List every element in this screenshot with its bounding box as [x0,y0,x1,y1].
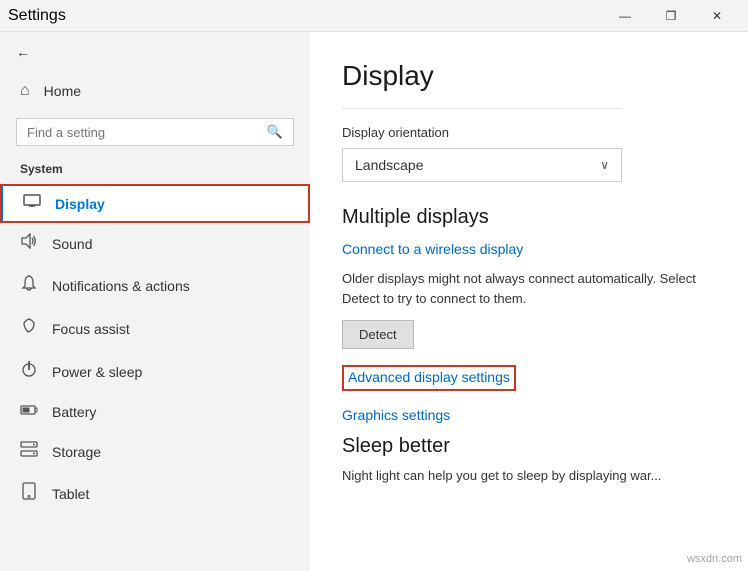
search-input[interactable] [27,125,259,140]
home-icon: ⌂ [20,82,30,100]
advanced-display-link[interactable]: Advanced display settings [348,369,510,385]
content-area: Display Display orientation Landscape ∨ … [310,32,748,571]
display-label: Display [55,196,105,212]
power-label: Power & sleep [52,364,142,380]
search-icon: 🔍 [267,124,283,140]
power-icon [20,360,38,383]
app-body: ← ⌂ Home 🔍 System Display [0,32,748,571]
notifications-label: Notifications & actions [52,278,190,294]
advanced-display-link-box: Advanced display settings [342,365,516,391]
sidebar: ← ⌂ Home 🔍 System Display [0,32,310,571]
multiple-displays-heading: Multiple displays [342,206,716,229]
orientation-label: Display orientation [342,125,716,140]
back-arrow-icon: ← [16,44,30,60]
close-button[interactable]: ✕ [694,0,740,32]
older-displays-text: Older displays might not always connect … [342,269,716,308]
sidebar-item-focus[interactable]: Focus assist [0,307,310,350]
sound-icon [20,233,38,254]
sidebar-item-home[interactable]: ⌂ Home [0,72,310,110]
sidebar-item-sound[interactable]: Sound [0,223,310,264]
sidebar-item-battery[interactable]: Battery [0,393,310,431]
tablet-icon [20,482,38,505]
display-icon [23,194,41,213]
sidebar-item-notifications[interactable]: Notifications & actions [0,264,310,307]
storage-icon [20,441,38,462]
watermark: wsxdn.com [687,553,742,565]
page-title: Display [342,60,716,92]
back-button[interactable]: ← [0,32,310,72]
storage-label: Storage [52,444,101,460]
wireless-display-link[interactable]: Connect to a wireless display [342,241,523,257]
titlebar-left: Settings [8,7,66,25]
sleep-text: Night light can help you get to sleep by… [342,466,716,486]
sidebar-item-tablet[interactable]: Tablet [0,472,310,515]
focus-icon [20,317,38,340]
sidebar-section-title: System [0,158,310,184]
sidebar-item-storage[interactable]: Storage [0,431,310,472]
titlebar: Settings — ❐ ✕ [0,0,748,32]
sound-label: Sound [52,236,92,252]
titlebar-controls: — ❐ ✕ [602,0,740,32]
orientation-dropdown[interactable]: Landscape ∨ [342,148,622,182]
home-label: Home [44,83,81,99]
detect-button[interactable]: Detect [342,320,414,349]
search-box[interactable]: 🔍 [16,118,294,146]
battery-icon [20,403,38,421]
sidebar-item-display[interactable]: Display [0,184,310,223]
maximize-button[interactable]: ❐ [648,0,694,32]
tablet-label: Tablet [52,486,89,502]
sleep-heading: Sleep better [342,435,716,458]
focus-label: Focus assist [52,321,130,337]
notifications-icon [20,274,38,297]
titlebar-title: Settings [8,7,66,25]
minimize-button[interactable]: — [602,0,648,32]
divider [342,108,622,109]
graphics-settings-link[interactable]: Graphics settings [342,407,450,423]
chevron-down-icon: ∨ [600,158,609,172]
orientation-value: Landscape [355,157,424,173]
battery-label: Battery [52,404,96,420]
sidebar-item-power[interactable]: Power & sleep [0,350,310,393]
